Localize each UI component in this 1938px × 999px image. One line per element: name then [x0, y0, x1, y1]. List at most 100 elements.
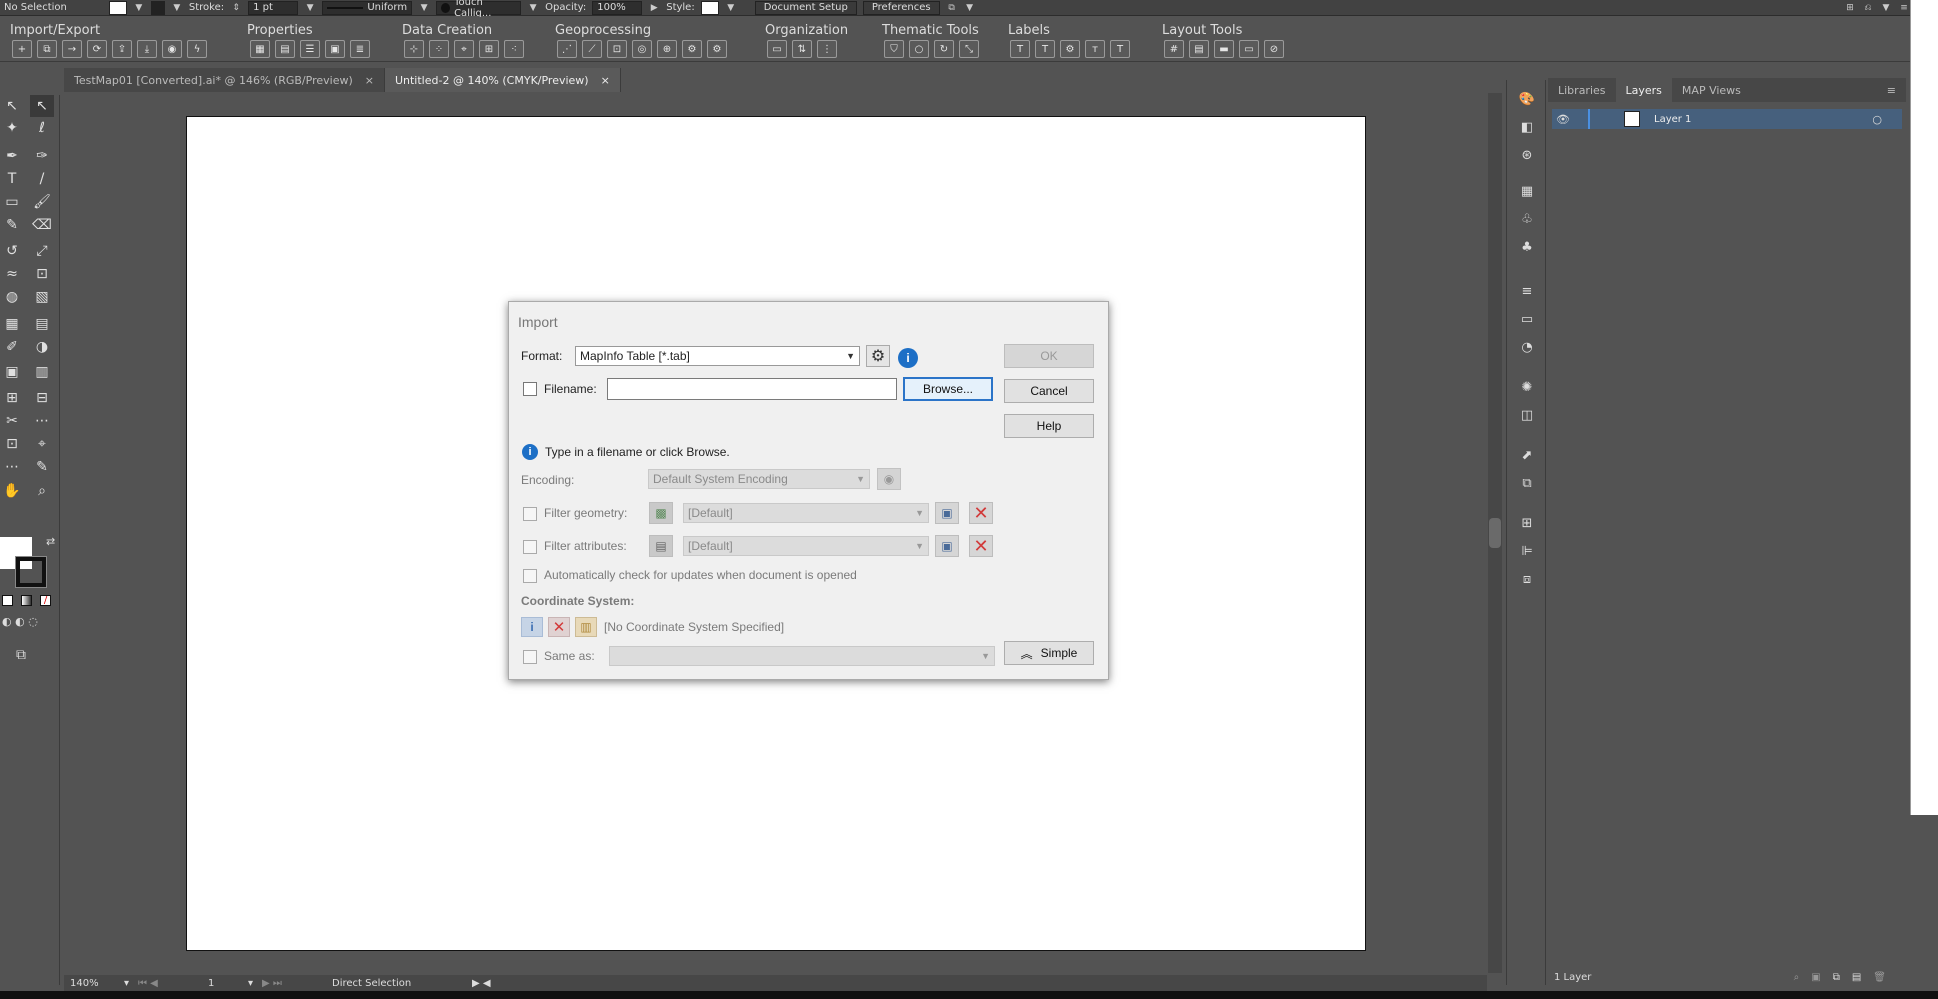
symbol-icon[interactable]: ⛉ [884, 40, 904, 58]
hand-tool-icon[interactable]: ✋ [0, 480, 24, 502]
simple-button[interactable]: ︽ Simple [1004, 641, 1094, 665]
map-properties-icon[interactable]: ▦ [250, 40, 270, 58]
clear-attribute-filter-icon[interactable]: ✕ [969, 535, 993, 557]
close-icon[interactable]: × [601, 74, 610, 87]
gradient-mode-icon[interactable] [21, 595, 32, 606]
chevron-down-icon[interactable]: ▼ [418, 1, 430, 15]
type-tool-icon[interactable]: T [0, 168, 24, 190]
list-icon[interactable]: ≣ [350, 40, 370, 58]
pipette-icon[interactable]: ✎ [30, 456, 54, 478]
geometry-filter-icon[interactable]: ▩ [649, 502, 673, 524]
chevron-down-icon[interactable]: ▾ [124, 978, 138, 989]
direct-selection-tool-icon[interactable]: ↖ [30, 95, 54, 117]
upload-icon[interactable]: ⇪ [112, 40, 132, 58]
label-box-icon[interactable]: T [1035, 40, 1055, 58]
organize-icon[interactable]: ▭ [767, 40, 787, 58]
align-icon[interactable]: ⊫ [1517, 542, 1537, 560]
chevron-down-icon[interactable]: ▼ [1880, 1, 1892, 15]
save-attribute-filter-icon[interactable]: ▣ [935, 535, 959, 557]
artboard-nav-next-icon[interactable]: ▶ ⏭ [262, 978, 332, 989]
arrange-icon[interactable]: ⧉ [946, 1, 958, 15]
filter-attributes-checkbox[interactable] [523, 540, 537, 554]
color-guide-icon[interactable]: ◧ [1517, 118, 1537, 136]
stroke-swatch[interactable] [150, 0, 165, 15]
warp-tool-icon[interactable]: ≈ [0, 263, 24, 285]
color-mode-icon[interactable] [2, 595, 13, 606]
distribute-icon[interactable]: ⋮ [817, 40, 837, 58]
swatches-icon[interactable]: ⊛ [1517, 146, 1537, 164]
artboard-tool-icon[interactable]: ⊞ [0, 387, 24, 409]
shape-builder-icon[interactable]: ◍ [0, 286, 24, 308]
tab-layers[interactable]: Layers [1615, 78, 1672, 102]
stroke-profile-select[interactable]: Uniform [322, 0, 413, 15]
style-swatch[interactable] [700, 0, 719, 15]
symbols-icon[interactable]: ♧ [1517, 210, 1537, 228]
stroke-panel-icon[interactable]: ≡ [1517, 282, 1537, 300]
encoding-preview-eye-icon[interactable]: ◉ [877, 468, 901, 490]
stroke-weight-field[interactable]: 1 pt [248, 0, 299, 15]
zoom-tool-icon[interactable]: ⌕ [30, 480, 54, 502]
import-multiple-icon[interactable]: ⧉ [37, 40, 57, 58]
connect-icon[interactable]: ⋰ [557, 40, 577, 58]
selection-tool-icon[interactable]: ↖ [0, 95, 24, 117]
export-icon[interactable]: → [62, 40, 82, 58]
coordinate-browse-icon[interactable]: ▥ [575, 617, 597, 637]
sort-icon[interactable]: ⇅ [792, 40, 812, 58]
import-icon[interactable]: + [12, 40, 32, 58]
filter-attributes-select[interactable]: [Default] ▼ [683, 536, 929, 556]
grid-layout-icon[interactable]: # [1164, 40, 1184, 58]
color-panel-icon[interactable]: 🎨 [1517, 90, 1537, 108]
label-type-icon[interactable]: ᴛ [1085, 40, 1105, 58]
shaper-tool-icon[interactable]: ✎ [0, 214, 24, 236]
document-setup-button[interactable]: Document Setup [754, 0, 857, 15]
legend-icon[interactable]: ▤ [1189, 40, 1209, 58]
panel-menu-icon[interactable]: ≡ [1877, 78, 1906, 102]
trash-icon[interactable]: 🗑 [1873, 972, 1886, 983]
brush-select[interactable]: Touch Callig... [436, 0, 522, 19]
menu-icon[interactable]: ≡ [1898, 1, 1910, 15]
brushes-icon[interactable]: ▦ [1517, 182, 1537, 200]
save-geometry-filter-icon[interactable]: ▣ [935, 502, 959, 524]
lasso-icon[interactable]: ℓ [30, 117, 54, 139]
stroke-color-swatch[interactable] [15, 556, 47, 588]
blend-tool-icon[interactable]: ◑ [30, 336, 54, 358]
chevron-down-icon[interactable]: ▼ [304, 1, 316, 15]
fill-swatch[interactable] [108, 0, 127, 15]
appearance-icon[interactable]: ✺ [1517, 378, 1537, 396]
tab-testmap01[interactable]: TestMap01 [Converted].ai* @ 146% (RGB/Pr… [64, 68, 385, 92]
chevron-down-icon[interactable]: ▾ [248, 978, 262, 989]
transparency-icon[interactable]: ◔ [1517, 338, 1537, 356]
pen-tool-icon[interactable]: ✒ [0, 145, 24, 167]
rotate-icon[interactable]: ↻ [934, 40, 954, 58]
clipping-mask-icon[interactable]: ▣ [1811, 972, 1820, 983]
grid-create-icon[interactable]: ⊞ [479, 40, 499, 58]
chevron-down-icon[interactable]: ▼ [964, 1, 976, 15]
filter-geometry-select[interactable]: [Default] ▼ [683, 503, 929, 523]
stepper-icon[interactable]: ⇕ [230, 1, 242, 15]
none-mode-icon[interactable]: / [40, 595, 51, 606]
swap-colors-icon[interactable]: ⇄ [46, 535, 55, 548]
new-layer-icon[interactable]: ▤ [1852, 972, 1861, 983]
tab-untitled-2[interactable]: Untitled-2 @ 140% (CMYK/Preview) × [384, 68, 621, 92]
format-info-icon[interactable]: i [898, 348, 918, 368]
filter-geometry-checkbox[interactable] [523, 507, 537, 521]
north-arrow-icon[interactable]: ⊘ [1264, 40, 1284, 58]
help-button[interactable]: Help [1004, 414, 1094, 438]
visibility-eye-icon[interactable]: 👁 [1552, 113, 1574, 126]
graphic-styles-icon[interactable]: ◫ [1517, 406, 1537, 424]
chevron-down-icon[interactable]: ▼ [527, 1, 539, 15]
scale-icon[interactable]: ⤡ [959, 40, 979, 58]
magic-wand-icon[interactable]: ✦ [0, 117, 24, 139]
graph-tool-icon[interactable]: ▥ [30, 361, 54, 383]
chevron-down-icon[interactable]: ▼ [725, 1, 737, 15]
buffer-icon[interactable]: ◎ [632, 40, 652, 58]
slice-tool-icon[interactable]: ⊟ [30, 387, 54, 409]
location-pin-icon[interactable]: ⌖ [454, 40, 474, 58]
attribute-filter-icon[interactable]: ▤ [649, 535, 673, 557]
chevron-down-icon[interactable]: ▼ [133, 1, 145, 15]
attributes-icon[interactable]: ☰ [300, 40, 320, 58]
cancel-button[interactable]: Cancel [1004, 379, 1094, 403]
draw-mode-icon[interactable]: ◐ ◐ ◌ [2, 615, 38, 628]
gradient-tool-icon[interactable]: ▤ [30, 313, 54, 335]
same-as-checkbox[interactable] [523, 650, 537, 664]
